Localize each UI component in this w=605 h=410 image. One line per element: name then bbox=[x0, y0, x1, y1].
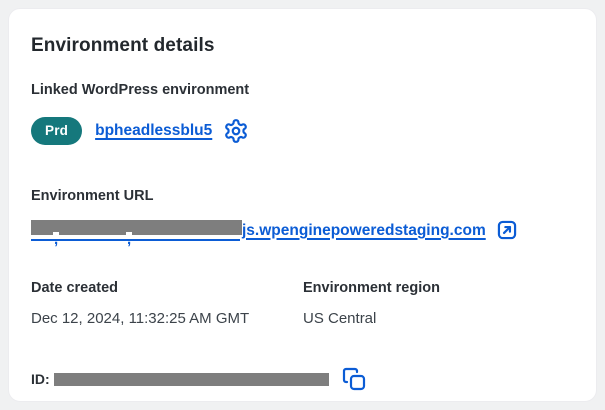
environment-url-link[interactable]: , , js.wpenginepoweredstaging.com bbox=[31, 219, 486, 247]
date-created-value: Dec 12, 2024, 11:32:25 AM GMT bbox=[31, 310, 250, 327]
environment-region-cell: Environment region US Central bbox=[303, 280, 574, 328]
linked-environment-label: Linked WordPress environment bbox=[31, 82, 250, 98]
environment-url-label: Environment URL bbox=[31, 188, 154, 204]
redacted-descender: , bbox=[53, 230, 60, 248]
environment-url-visible-text: js.wpenginepoweredstaging.com bbox=[242, 221, 486, 239]
linked-environment-link[interactable]: bpheadlessblu5 bbox=[95, 122, 212, 140]
linked-environment-row: Prd bpheadlessblu5 bbox=[31, 117, 574, 145]
details-grid: Date created Dec 12, 2024, 11:32:25 AM G… bbox=[31, 280, 574, 328]
open-url-button[interactable] bbox=[496, 219, 518, 241]
external-link-icon bbox=[496, 219, 518, 241]
environment-region-label: Environment region bbox=[303, 280, 440, 296]
environment-settings-button[interactable] bbox=[223, 118, 249, 144]
copy-icon bbox=[342, 367, 366, 391]
environment-url-row: , , js.wpenginepoweredstaging.com bbox=[31, 218, 574, 247]
date-created-cell: Date created Dec 12, 2024, 11:32:25 AM G… bbox=[31, 280, 303, 328]
page-title: Environment details bbox=[31, 35, 215, 56]
redaction-bar-id bbox=[53, 372, 329, 386]
environment-region-value: US Central bbox=[303, 310, 377, 327]
gear-icon bbox=[223, 118, 249, 144]
date-created-label: Date created bbox=[31, 280, 119, 296]
redacted-descender: , bbox=[126, 230, 133, 248]
copy-id-button[interactable] bbox=[342, 367, 366, 391]
environment-details-card: Environment details Linked WordPress env… bbox=[8, 8, 597, 402]
page-background: Environment details Linked WordPress env… bbox=[0, 0, 605, 410]
environment-id-label: ID: bbox=[31, 371, 50, 387]
environment-badge: Prd bbox=[31, 117, 83, 145]
environment-id-row: ID: bbox=[31, 367, 574, 391]
redaction-bar-url: , , bbox=[31, 219, 242, 247]
